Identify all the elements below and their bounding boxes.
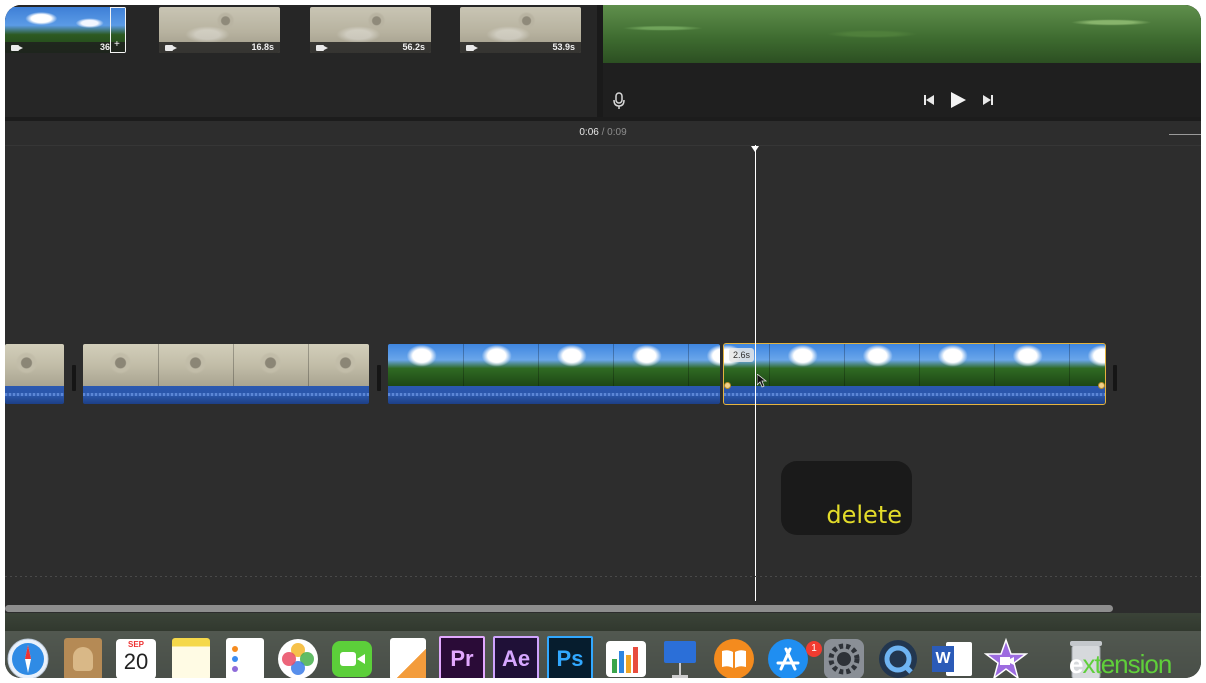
mouse-cursor-icon xyxy=(757,374,767,388)
video-camera-icon xyxy=(165,45,177,51)
watermark-logo: extension xyxy=(1069,649,1172,678)
clip-duration: 56.2s xyxy=(402,42,425,52)
viewer-preview-image xyxy=(603,5,1201,63)
imovie-window: 36 + 16.8s 56.2s 53.9s 0:06 / 0:09 2.6s … xyxy=(5,5,1201,678)
audio-waveform xyxy=(388,386,720,404)
after-effects-icon[interactable]: Ae xyxy=(493,636,539,678)
viewer-controls xyxy=(603,63,1201,117)
viewer xyxy=(603,5,1201,117)
timeline-clip[interactable] xyxy=(83,344,369,404)
clip-filmstrip xyxy=(5,344,64,386)
time-readout: 0:06 / 0:09 xyxy=(5,121,1201,145)
contacts-icon[interactable] xyxy=(60,636,106,678)
video-camera-icon xyxy=(466,45,478,51)
skip-back-icon[interactable] xyxy=(923,95,935,105)
word-icon[interactable]: W xyxy=(930,636,976,678)
quicktime-icon[interactable] xyxy=(875,636,921,678)
pages-icon[interactable] xyxy=(385,636,431,678)
playhead-marker-icon[interactable] xyxy=(751,146,759,152)
time-separator: / xyxy=(601,127,605,138)
clip-filmstrip xyxy=(724,344,1105,386)
books-icon[interactable] xyxy=(711,636,757,678)
timeline-clip[interactable] xyxy=(5,344,64,404)
premiere-icon[interactable]: Pr xyxy=(439,636,485,678)
clip-duration: 16.8s xyxy=(251,42,274,52)
gear-icon[interactable] xyxy=(821,636,867,678)
zoom-slider[interactable] xyxy=(1169,134,1201,135)
reminders-icon[interactable] xyxy=(222,636,268,678)
browser-clip-3[interactable]: 56.2s xyxy=(310,7,431,53)
clip-filmstrip xyxy=(388,344,720,386)
plus-icon: + xyxy=(114,39,120,50)
current-time: 0:06 xyxy=(579,127,599,138)
transition-handle[interactable] xyxy=(377,365,381,391)
horizontal-scrollbar[interactable] xyxy=(5,605,1113,612)
app-store-icon[interactable] xyxy=(765,636,811,678)
notes-icon[interactable] xyxy=(168,636,214,678)
imovie-icon[interactable] xyxy=(983,636,1029,678)
add-clip-handle[interactable]: + xyxy=(110,7,126,53)
numbers-icon[interactable] xyxy=(603,636,649,678)
microphone-icon[interactable] xyxy=(613,92,625,110)
timeline-clip-selected[interactable]: 2.6s xyxy=(723,343,1106,405)
media-browser: 36 + 16.8s 56.2s 53.9s xyxy=(5,5,597,117)
keystroke-label: delete xyxy=(826,501,902,529)
facetime-icon[interactable] xyxy=(329,636,375,678)
photos-icon[interactable] xyxy=(275,636,321,678)
keynote-icon[interactable] xyxy=(657,636,703,678)
photoshop-icon[interactable]: Ps xyxy=(547,636,593,678)
word-label: W xyxy=(932,646,954,672)
playhead[interactable] xyxy=(755,145,756,601)
clip-filmstrip xyxy=(83,344,369,386)
skip-forward-icon[interactable] xyxy=(982,95,994,105)
safari-icon[interactable] xyxy=(5,636,51,678)
audio-waveform xyxy=(724,386,1105,404)
clip-duration-badge: 2.6s xyxy=(729,348,755,362)
transition-handle[interactable] xyxy=(1113,365,1117,391)
transition-handle[interactable] xyxy=(72,365,76,391)
calendar-icon[interactable]: SEP 20 xyxy=(113,636,159,678)
browser-clip-2[interactable]: 16.8s xyxy=(159,7,280,53)
browser-clip-4[interactable]: 53.9s xyxy=(460,7,581,53)
clip-duration: 53.9s xyxy=(552,42,575,52)
browser-clip-1[interactable]: 36 + xyxy=(5,7,126,53)
notification-badge: 1 xyxy=(806,641,822,657)
keystroke-overlay: delete xyxy=(781,461,912,535)
total-time: 0:09 xyxy=(607,127,627,138)
audio-track-divider xyxy=(5,576,1201,577)
audio-waveform xyxy=(5,386,64,404)
clip-duration: 36 xyxy=(99,42,110,52)
trim-handle-right[interactable] xyxy=(1098,382,1105,389)
play-icon[interactable] xyxy=(950,92,966,108)
timeline[interactable]: 0:06 / 0:09 2.6s delete xyxy=(5,121,1201,613)
calendar-day: 20 xyxy=(123,649,149,674)
video-camera-icon xyxy=(11,45,23,51)
trim-handle-left[interactable] xyxy=(724,382,731,389)
audio-waveform xyxy=(83,386,369,404)
video-camera-icon xyxy=(316,45,328,51)
timeline-clip[interactable] xyxy=(388,344,720,404)
